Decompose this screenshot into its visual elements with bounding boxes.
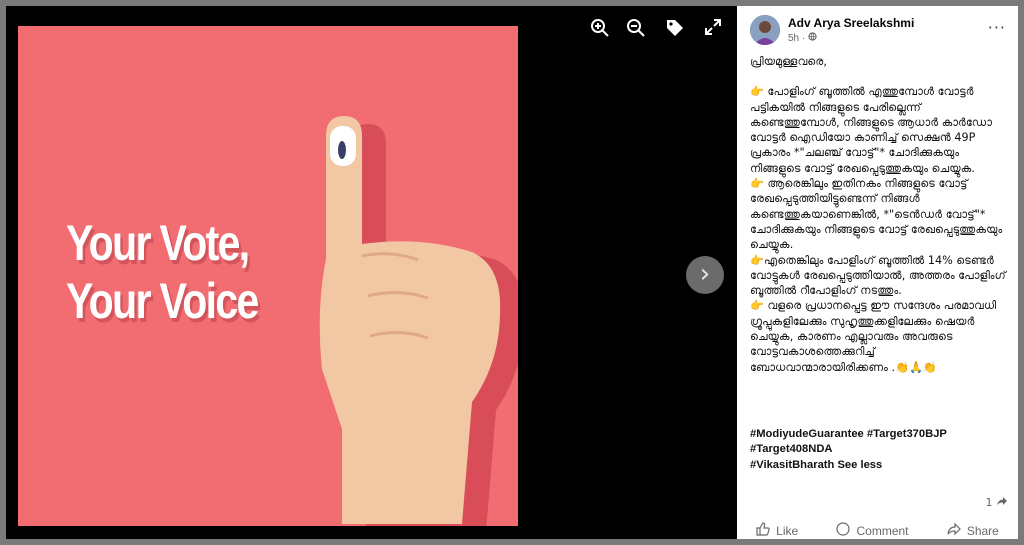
post-text: പ്രിയമുള്ളവരെ, 👉 പോളിംഗ് ബൂത്തിൽ എത്തുമ്… [750,54,1012,375]
post-actions: Like Comment Share [737,522,1018,539]
comment-label: Comment [856,523,909,538]
slogan-line-1: Your Vote, [66,215,250,271]
zoom-out-icon[interactable] [624,18,648,42]
hashtag-line-2[interactable]: #Target408NDA [750,442,1012,457]
post-paragraph-1: 👉 പോളിംഗ് ബൂത്തിൽ എത്തുമ്പോൾ വോട്ടർ പട്ട… [750,85,992,175]
avatar[interactable] [750,15,780,45]
share-count-icon [996,496,1008,509]
hashtag-line-3[interactable]: #VikasitBharath See less [750,458,1012,473]
timestamp-text: 5h · [788,33,806,44]
tag-icon[interactable] [663,18,687,42]
author-name[interactable]: Adv Arya Sreelakshmi [788,16,914,30]
post-paragraph-2: 👉 ആരെങ്കിലും ഇതിനകം നിങ്ങളുടെ വോട്ട് രേഖ… [750,177,1003,252]
post-image[interactable]: Your Vote, Your Voice [18,26,518,526]
like-button[interactable]: Like [756,522,798,539]
post-paragraph-3: 👉എതെങ്കിലും പോളിംഗ് ബൂത്തിൽ 14% ടെണ്ടർ വ… [750,253,1006,298]
fullscreen-icon[interactable] [701,18,725,42]
like-icon [756,522,770,539]
photo-viewer: Your Vote, Your Voice › [6,6,737,539]
slogan-line-2: Your Voice [66,273,259,329]
post-timestamp[interactable]: 5h · [788,32,817,44]
share-label: Share [966,523,999,538]
post-side-panel: Adv Arya Sreelakshmi 5h · ··· പ്രിയമുള്ള… [737,6,1018,539]
zoom-in-icon[interactable] [588,18,612,42]
globe-icon [808,32,817,44]
share-count-value: 1 [985,496,993,509]
share-icon [947,522,961,539]
comment-button[interactable]: Comment [836,522,909,539]
hashtag-line-1[interactable]: #ModiyudeGuarantee #Target370BJP [750,427,1012,442]
share-button[interactable]: Share [947,522,999,539]
hashtags: #ModiyudeGuarantee #Target370BJP #Target… [750,427,1012,473]
post-paragraph-4: 👉 വളരെ പ്രധാനപ്പെട്ട ഈ സന്ദേശം പരമാവധി ഗ… [750,299,997,374]
comment-icon [836,522,851,539]
next-photo-button[interactable]: › [686,256,724,294]
like-label: Like [776,523,799,538]
more-options-button[interactable]: ··· [988,18,1006,37]
photo-viewer-frame: Your Vote, Your Voice › Adv Arya Sreelak… [6,6,1018,539]
slogan-text: Your Vote, Your Voice [66,214,259,330]
post-greeting: പ്രിയമുള്ളവരെ, [750,55,827,68]
share-count[interactable]: 1 [986,496,1009,509]
